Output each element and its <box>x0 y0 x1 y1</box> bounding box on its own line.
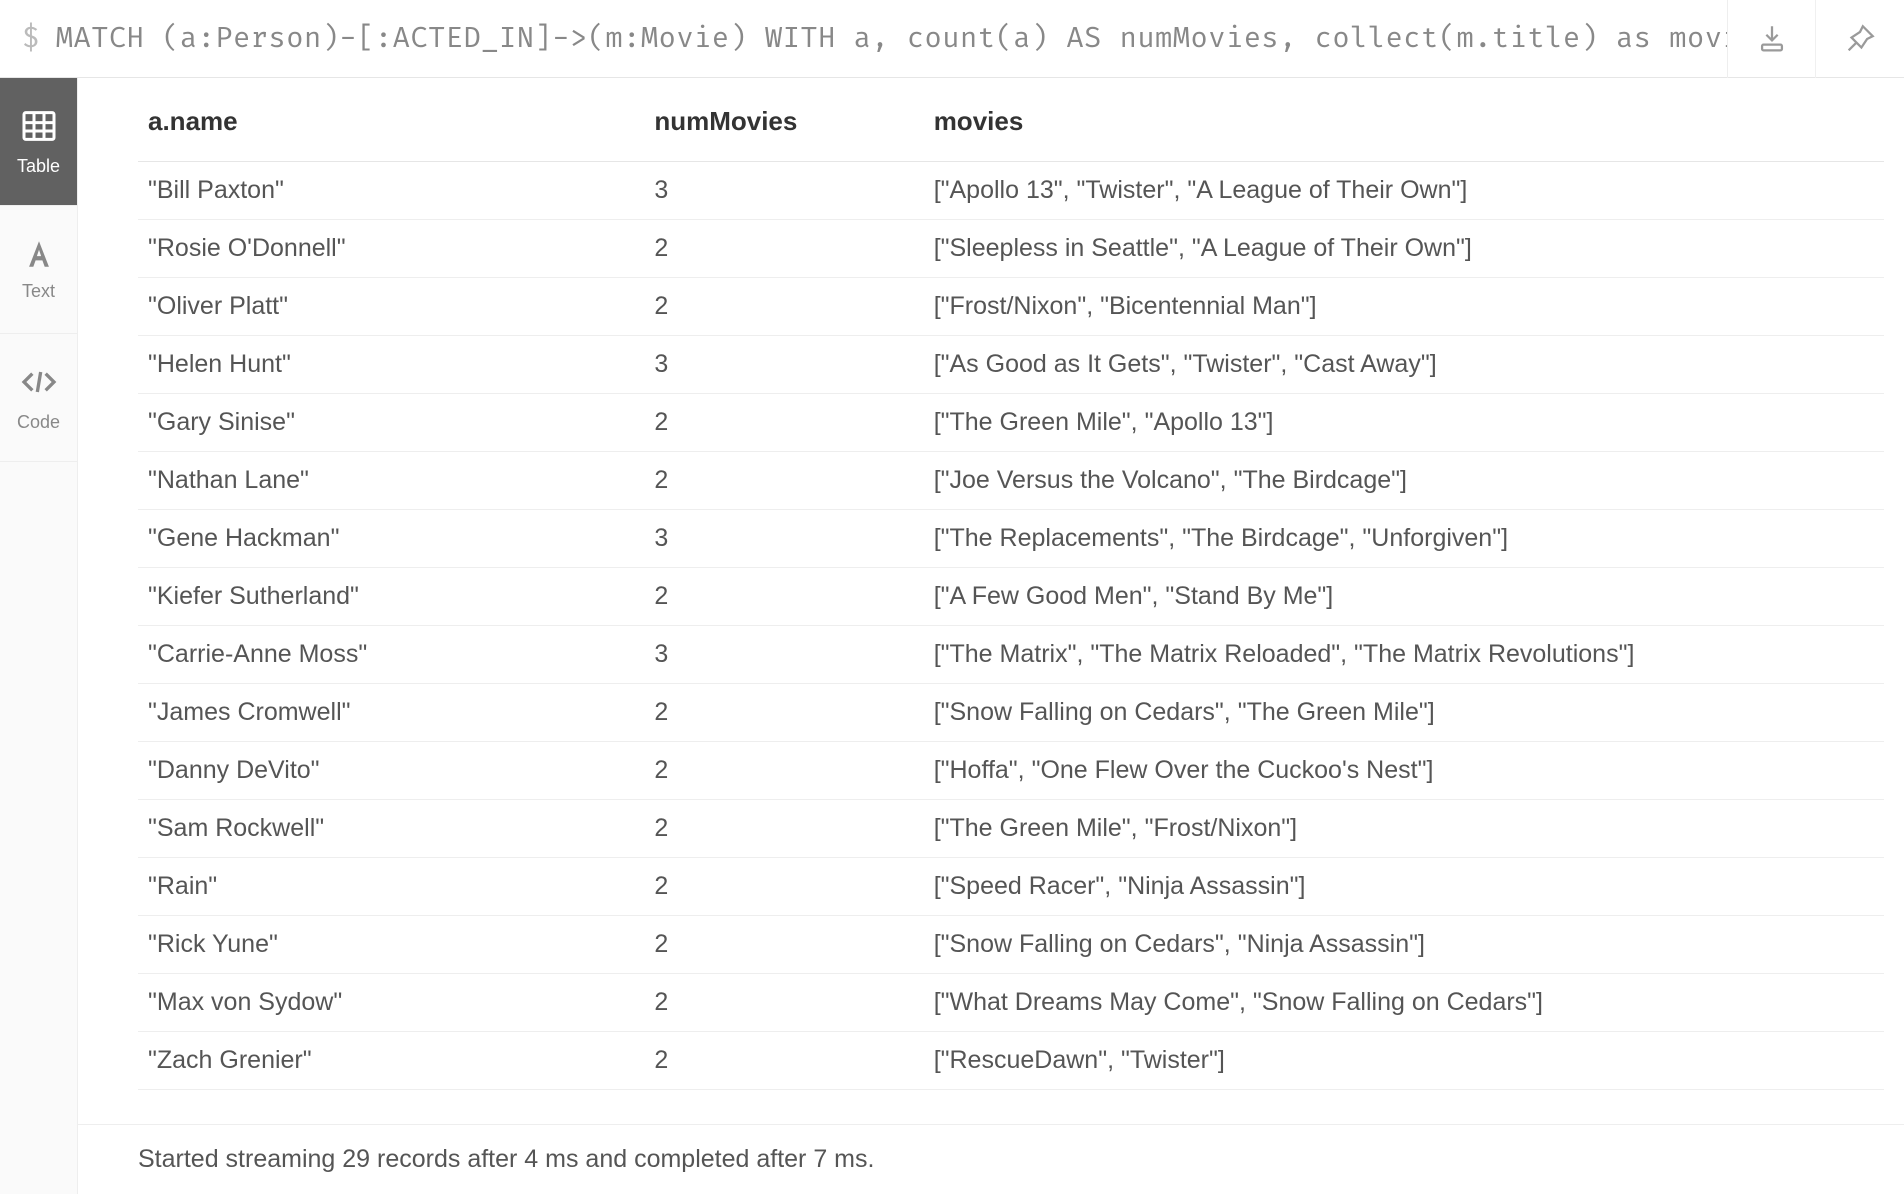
cell-name: "Helen Hunt" <box>138 336 644 394</box>
cell-name: "Gary Sinise" <box>138 394 644 452</box>
table-header-row: a.name numMovies movies <box>138 88 1884 162</box>
table-row[interactable]: "Oliver Platt"2["Frost/Nixon", "Bicenten… <box>138 278 1884 336</box>
table-row[interactable]: "Rick Yune"2["Snow Falling on Cedars", "… <box>138 916 1884 974</box>
query-bar: $ MATCH (a:Person)-[:ACTED_IN]->(m:Movie… <box>0 0 1904 78</box>
table-row[interactable]: "Zach Grenier"2["RescueDawn", "Twister"] <box>138 1032 1884 1090</box>
results-table-wrap: a.name numMovies movies "Bill Paxton"3["… <box>78 78 1904 1124</box>
cell-name: "Kiefer Sutherland" <box>138 568 644 626</box>
table-body: "Bill Paxton"3["Apollo 13", "Twister", "… <box>138 162 1884 1090</box>
cell-nummovies: 2 <box>644 394 923 452</box>
pin-button[interactable] <box>1816 0 1904 78</box>
table-row[interactable]: "James Cromwell"2["Snow Falling on Cedar… <box>138 684 1884 742</box>
table-row[interactable]: "Sam Rockwell"2["The Green Mile", "Frost… <box>138 800 1884 858</box>
cell-nummovies: 2 <box>644 974 923 1032</box>
cell-movies: ["Hoffa", "One Flew Over the Cuckoo's Ne… <box>924 742 1884 800</box>
cell-movies: ["Joe Versus the Volcano", "The Birdcage… <box>924 452 1884 510</box>
tab-code[interactable]: Code <box>0 334 77 462</box>
topbar-actions <box>1727 0 1904 78</box>
tab-text[interactable]: Text <box>0 206 77 334</box>
query-text[interactable]: $ MATCH (a:Person)-[:ACTED_IN]->(m:Movie… <box>0 21 1727 56</box>
cell-movies: ["Frost/Nixon", "Bicentennial Man"] <box>924 278 1884 336</box>
view-sidebar: Table Text Code <box>0 78 78 1194</box>
cell-name: "Zach Grenier" <box>138 1032 644 1090</box>
cell-nummovies: 2 <box>644 220 923 278</box>
query-string: MATCH (a:Person)-[:ACTED_IN]->(m:Movie) … <box>56 21 1727 56</box>
col-header-movies[interactable]: movies <box>924 88 1884 162</box>
cell-nummovies: 2 <box>644 684 923 742</box>
cell-nummovies: 2 <box>644 916 923 974</box>
cell-movies: ["Snow Falling on Cedars", "Ninja Assass… <box>924 916 1884 974</box>
cell-nummovies: 2 <box>644 800 923 858</box>
text-icon <box>22 237 56 271</box>
cell-movies: ["The Matrix", "The Matrix Reloaded", "T… <box>924 626 1884 684</box>
cell-movies: ["Speed Racer", "Ninja Assassin"] <box>924 858 1884 916</box>
cell-name: "Rick Yune" <box>138 916 644 974</box>
table-row[interactable]: "Gary Sinise"2["The Green Mile", "Apollo… <box>138 394 1884 452</box>
cell-movies: ["Sleepless in Seattle", "A League of Th… <box>924 220 1884 278</box>
table-icon <box>19 106 59 146</box>
cell-movies: ["The Green Mile", "Frost/Nixon"] <box>924 800 1884 858</box>
results-table: a.name numMovies movies "Bill Paxton"3["… <box>138 88 1884 1090</box>
table-row[interactable]: "Carrie-Anne Moss"3["The Matrix", "The M… <box>138 626 1884 684</box>
cell-name: "Max von Sydow" <box>138 974 644 1032</box>
cell-name: "Rosie O'Donnell" <box>138 220 644 278</box>
export-button[interactable] <box>1728 0 1816 78</box>
cell-nummovies: 2 <box>644 452 923 510</box>
code-icon <box>19 362 59 402</box>
table-row[interactable]: "Helen Hunt"3["As Good as It Gets", "Twi… <box>138 336 1884 394</box>
cell-movies: ["A Few Good Men", "Stand By Me"] <box>924 568 1884 626</box>
cell-movies: ["Apollo 13", "Twister", "A League of Th… <box>924 162 1884 220</box>
status-footer: Started streaming 29 records after 4 ms … <box>78 1124 1904 1194</box>
cell-name: "James Cromwell" <box>138 684 644 742</box>
table-row[interactable]: "Bill Paxton"3["Apollo 13", "Twister", "… <box>138 162 1884 220</box>
cell-nummovies: 2 <box>644 1032 923 1090</box>
cell-name: "Bill Paxton" <box>138 162 644 220</box>
tab-table[interactable]: Table <box>0 78 77 206</box>
cell-nummovies: 3 <box>644 336 923 394</box>
cell-name: "Sam Rockwell" <box>138 800 644 858</box>
tab-text-label: Text <box>22 281 55 302</box>
table-row[interactable]: "Rosie O'Donnell"2["Sleepless in Seattle… <box>138 220 1884 278</box>
prompt-symbol: $ <box>22 21 40 56</box>
table-row[interactable]: "Nathan Lane"2["Joe Versus the Volcano",… <box>138 452 1884 510</box>
cell-nummovies: 2 <box>644 278 923 336</box>
download-icon <box>1755 22 1789 56</box>
cell-movies: ["The Green Mile", "Apollo 13"] <box>924 394 1884 452</box>
cell-nummovies: 3 <box>644 162 923 220</box>
col-header-nummovies[interactable]: numMovies <box>644 88 923 162</box>
cell-name: "Nathan Lane" <box>138 452 644 510</box>
cell-nummovies: 3 <box>644 510 923 568</box>
cell-movies: ["Snow Falling on Cedars", "The Green Mi… <box>924 684 1884 742</box>
table-row[interactable]: "Max von Sydow"2["What Dreams May Come",… <box>138 974 1884 1032</box>
cell-nummovies: 2 <box>644 568 923 626</box>
cell-name: "Rain" <box>138 858 644 916</box>
tab-code-label: Code <box>17 412 60 433</box>
cell-nummovies: 2 <box>644 858 923 916</box>
cell-name: "Oliver Platt" <box>138 278 644 336</box>
cell-name: "Carrie-Anne Moss" <box>138 626 644 684</box>
cell-movies: ["As Good as It Gets", "Twister", "Cast … <box>924 336 1884 394</box>
pin-icon <box>1843 22 1877 56</box>
col-header-name[interactable]: a.name <box>138 88 644 162</box>
cell-movies: ["The Replacements", "The Birdcage", "Un… <box>924 510 1884 568</box>
cell-movies: ["What Dreams May Come", "Snow Falling o… <box>924 974 1884 1032</box>
table-row[interactable]: "Gene Hackman"3["The Replacements", "The… <box>138 510 1884 568</box>
cell-nummovies: 3 <box>644 626 923 684</box>
table-row[interactable]: "Danny DeVito"2["Hoffa", "One Flew Over … <box>138 742 1884 800</box>
cell-name: "Gene Hackman" <box>138 510 644 568</box>
status-text: Started streaming 29 records after 4 ms … <box>138 1145 874 1174</box>
table-row[interactable]: "Kiefer Sutherland"2["A Few Good Men", "… <box>138 568 1884 626</box>
cell-movies: ["RescueDawn", "Twister"] <box>924 1032 1884 1090</box>
cell-nummovies: 2 <box>644 742 923 800</box>
table-row[interactable]: "Rain"2["Speed Racer", "Ninja Assassin"] <box>138 858 1884 916</box>
tab-table-label: Table <box>17 156 60 177</box>
cell-name: "Danny DeVito" <box>138 742 644 800</box>
